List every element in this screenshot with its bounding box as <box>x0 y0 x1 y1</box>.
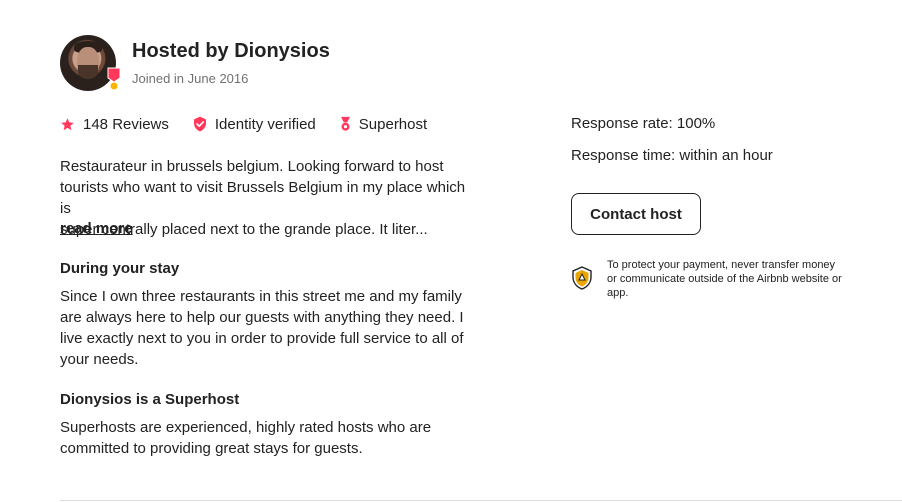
superhost-stat: Superhost <box>340 116 427 133</box>
during-stay-title: During your stay <box>60 260 180 277</box>
description-line: Restaurateur in brussels belgium. Lookin… <box>60 158 444 175</box>
section-divider <box>60 500 902 501</box>
superhost-badge-icon <box>107 67 121 91</box>
reviews-stat[interactable]: 148 Reviews <box>60 116 169 133</box>
response-rate: Response rate: 100% <box>571 115 716 132</box>
description-line: tourists who want to visit Brussels Belg… <box>60 179 466 217</box>
superhost-medal-icon <box>340 116 350 131</box>
star-icon <box>61 117 74 130</box>
host-joined-date: Joined in June 2016 <box>132 71 249 86</box>
reviews-label: 148 Reviews <box>83 115 169 133</box>
host-stats: 148 Reviews Identity verified Superhost <box>60 114 451 134</box>
verified-shield-icon <box>193 116 206 132</box>
superhost-section-body: Superhosts are experienced, highly rated… <box>60 419 432 457</box>
identity-stat: Identity verified <box>193 116 316 133</box>
response-time: Response time: within an hour <box>571 147 773 164</box>
read-more-link[interactable]: read more <box>60 220 133 237</box>
payment-protection-notice: To protect your payment, never transfer … <box>571 258 851 308</box>
host-title: Hosted by Dionysios <box>132 40 330 62</box>
superhost-section-title: Dionysios is a Superhost <box>60 391 240 408</box>
payment-protection-text: To protect your payment, never transfer … <box>607 259 842 299</box>
contact-host-button[interactable]: Contact host <box>571 193 701 235</box>
superhost-label: Superhost <box>358 115 428 133</box>
host-header: Hosted by Dionysios Joined in June 2016 <box>60 35 460 95</box>
identity-label: Identity verified <box>214 115 316 133</box>
payment-protection-shield-icon <box>572 266 592 290</box>
during-stay-body: Since I own three restaurants in this st… <box>60 288 464 368</box>
avatar-beard <box>78 65 98 79</box>
